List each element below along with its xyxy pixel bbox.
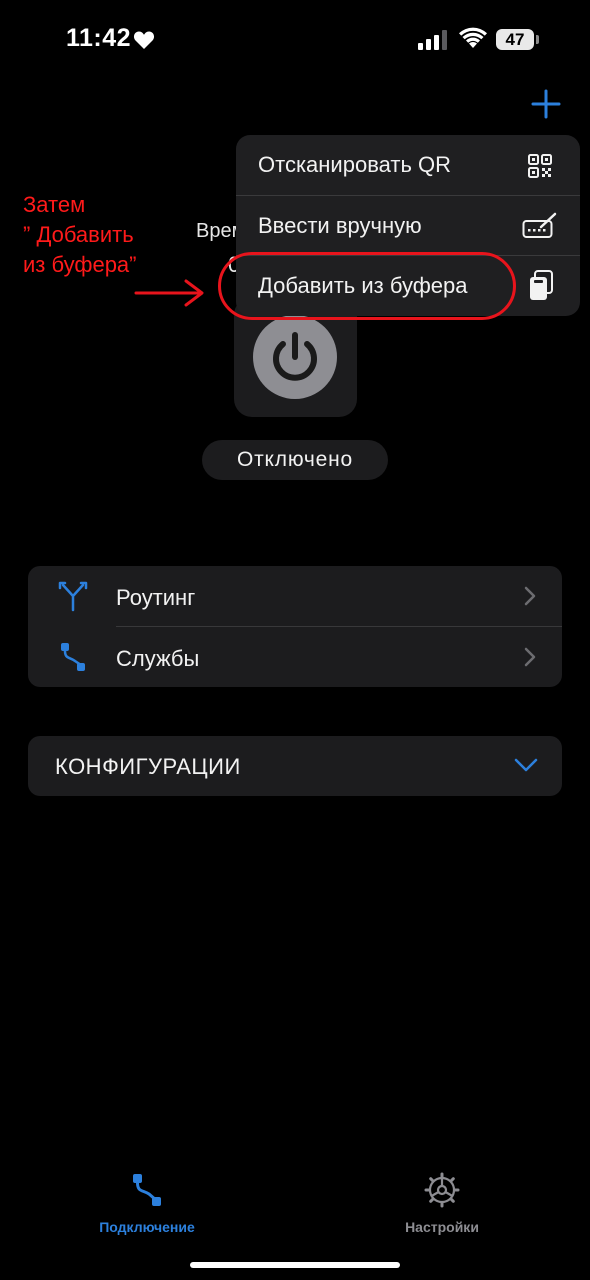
connection-nodes-icon: [133, 1174, 161, 1206]
annotation-arrow-icon: [134, 279, 204, 307]
list-item-routing[interactable]: Роутинг: [28, 566, 562, 626]
menu-item-label: Ввести вручную: [258, 213, 422, 238]
tab-settings[interactable]: Настройки: [372, 1172, 512, 1235]
power-icon: [273, 332, 317, 381]
list-item-label: Службы: [116, 646, 200, 671]
chevron-right-icon: [524, 586, 536, 606]
keyboard-pencil-icon: [522, 212, 557, 238]
chevron-down-icon[interactable]: [514, 757, 538, 773]
list-item-label: Роутинг: [116, 585, 196, 610]
list-item-services[interactable]: Службы: [28, 627, 562, 687]
tab-label: Настройки: [405, 1219, 479, 1235]
battery-nub: [536, 35, 539, 44]
menu-item-scan-qr[interactable]: Отсканировать QR: [236, 135, 580, 195]
battery-indicator: 47: [496, 29, 534, 50]
chevron-right-icon: [524, 647, 536, 667]
menu-item-manual-entry[interactable]: Ввести вручную: [236, 196, 580, 256]
services-nodes-icon: [61, 643, 85, 671]
add-config-button[interactable]: [528, 86, 564, 122]
configurations-title: КОНФИГУРАЦИИ: [55, 754, 241, 779]
home-indicator[interactable]: [190, 1262, 400, 1268]
annotation-highlight-ellipse: [218, 252, 516, 320]
status-time: 11:42: [66, 24, 132, 52]
cellular-signal-icon: [418, 30, 447, 50]
annotation-line: из буфера”: [23, 252, 137, 277]
gear-icon: [424, 1172, 460, 1208]
routing-fork-icon: [58, 581, 88, 612]
menu-item-label: Отсканировать QR: [258, 152, 452, 177]
annotation-text: Затем ” Добавить из буфера”: [23, 190, 137, 280]
tab-connection[interactable]: Подключение: [77, 1172, 217, 1235]
tab-label: Подключение: [99, 1219, 195, 1235]
connection-status-badge: Отключено: [202, 440, 388, 480]
features-list: Роутинг Службы: [28, 566, 562, 687]
annotation-line: ” Добавить: [23, 222, 134, 247]
wifi-icon: [459, 27, 487, 48]
qr-code-icon: [528, 154, 552, 178]
annotation-line: Затем: [23, 192, 86, 217]
clipboard-icon: [530, 270, 553, 300]
power-circle[interactable]: [253, 315, 337, 399]
configurations-section[interactable]: КОНФИГУРАЦИИ: [28, 736, 562, 796]
heart-icon: [133, 31, 155, 49]
